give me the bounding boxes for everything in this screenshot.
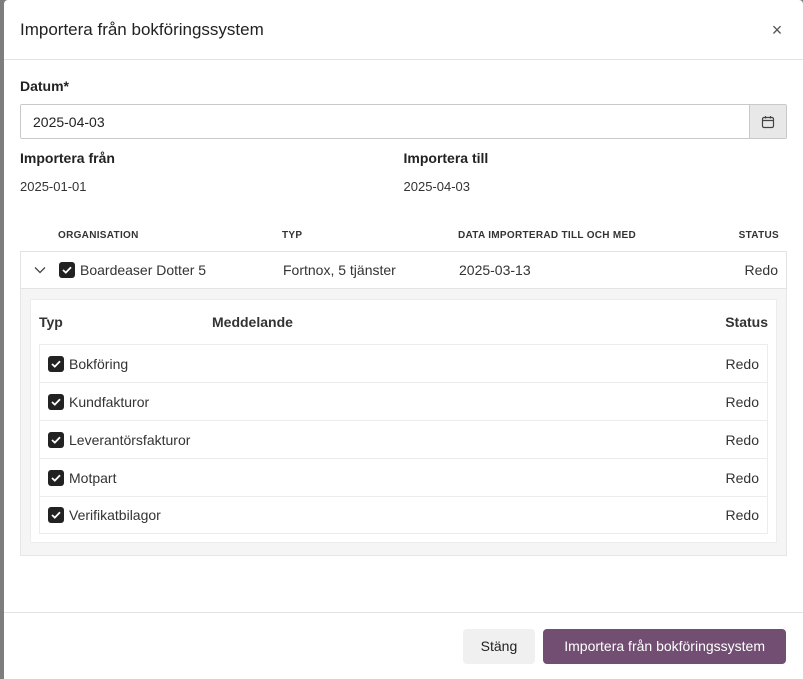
organisation-checkbox[interactable]	[59, 262, 75, 278]
item-status: Redo	[725, 393, 759, 410]
detail-table-header: Typ Meddelande Status	[39, 300, 768, 344]
item-label: Motpart	[69, 469, 117, 486]
item-checkbox[interactable]	[48, 469, 64, 486]
date-input[interactable]	[21, 105, 749, 138]
modal-footer: Stäng Importera från bokföringssystem	[4, 612, 803, 679]
modal-body: Datum* Importera från 2025-01-01 Importe…	[4, 60, 803, 556]
close-button[interactable]: Stäng	[462, 628, 536, 664]
date-field	[20, 104, 787, 139]
import-from-label: Importera från	[20, 150, 115, 166]
item-status: Redo	[725, 431, 759, 448]
item-checkbox[interactable]	[48, 507, 64, 523]
item-status: Redo	[725, 469, 759, 486]
import-to-value: 2025-04-03	[403, 179, 471, 194]
check-icon	[51, 398, 61, 406]
list-item: Leverantörsfakturor Redo	[39, 420, 768, 458]
header-data-imported: DATA IMPORTERAD TILL OCH MED	[458, 229, 637, 241]
detail-header-typ: Typ	[39, 314, 63, 330]
check-icon	[62, 266, 72, 274]
organisation-status: Redo	[744, 262, 778, 278]
list-item: Kundfakturor Redo	[39, 382, 768, 420]
list-item: Bokföring Redo	[39, 344, 768, 382]
detail-panel: Typ Meddelande Status Bokföring Redo Kun…	[20, 289, 787, 556]
item-checkbox[interactable]	[48, 355, 64, 372]
organisation-table-header: ORGANISATION TYP DATA IMPORTERAD TILL OC…	[20, 219, 787, 251]
import-button[interactable]: Importera från bokföringssystem	[543, 628, 786, 664]
organisation-data-imported: 2025-03-13	[459, 262, 531, 278]
expand-toggle[interactable]	[21, 266, 59, 274]
table-row: Boardeaser Dotter 5 Fortnox, 5 tjänster …	[20, 251, 787, 289]
item-checkbox[interactable]	[48, 393, 64, 410]
calendar-button[interactable]	[749, 105, 786, 138]
calendar-icon	[761, 115, 775, 128]
item-label: Kundfakturor	[69, 393, 150, 410]
import-from-value: 2025-01-01	[20, 179, 87, 194]
item-label: Verifikatbilagor	[69, 507, 161, 523]
check-icon	[51, 474, 61, 482]
import-to-label: Importera till	[403, 150, 489, 166]
organisation-typ: Fortnox, 5 tjänster	[283, 262, 396, 278]
header-typ: TYP	[282, 229, 303, 241]
item-status: Redo	[725, 507, 759, 523]
import-to: Importera till 2025-04-03	[404, 150, 788, 194]
detail-header-status: Status	[725, 314, 768, 330]
detail-header-message: Meddelande	[212, 314, 293, 330]
import-range: Importera från 2025-01-01 Importera till…	[20, 150, 787, 194]
check-icon	[51, 511, 61, 519]
item-label: Bokföring	[69, 355, 129, 372]
item-status: Redo	[725, 355, 759, 372]
organisation-name: Boardeaser Dotter 5	[80, 262, 207, 278]
date-label: Datum*	[20, 78, 70, 94]
import-from: Importera från 2025-01-01	[20, 150, 404, 194]
list-item: Motpart Redo	[39, 458, 768, 496]
header-organisation: ORGANISATION	[58, 229, 139, 241]
chevron-down-icon	[34, 267, 46, 274]
organisation-table: ORGANISATION TYP DATA IMPORTERAD TILL OC…	[20, 219, 787, 556]
list-item: Verifikatbilagor Redo	[39, 496, 768, 534]
check-icon	[51, 436, 61, 444]
check-icon	[51, 360, 61, 368]
modal-title: Importera från bokföringssystem	[20, 19, 264, 39]
close-icon[interactable]: ×	[767, 21, 787, 39]
header-status: STATUS	[738, 229, 779, 241]
import-modal: Importera från bokföringssystem × Datum*…	[4, 0, 803, 679]
item-label: Leverantörsfakturor	[69, 431, 191, 448]
item-checkbox[interactable]	[48, 431, 64, 448]
detail-table: Typ Meddelande Status Bokföring Redo Kun…	[30, 299, 777, 543]
detail-rows: Bokföring Redo Kundfakturor Redo Leveran…	[39, 344, 768, 534]
modal-header: Importera från bokföringssystem ×	[4, 0, 803, 60]
